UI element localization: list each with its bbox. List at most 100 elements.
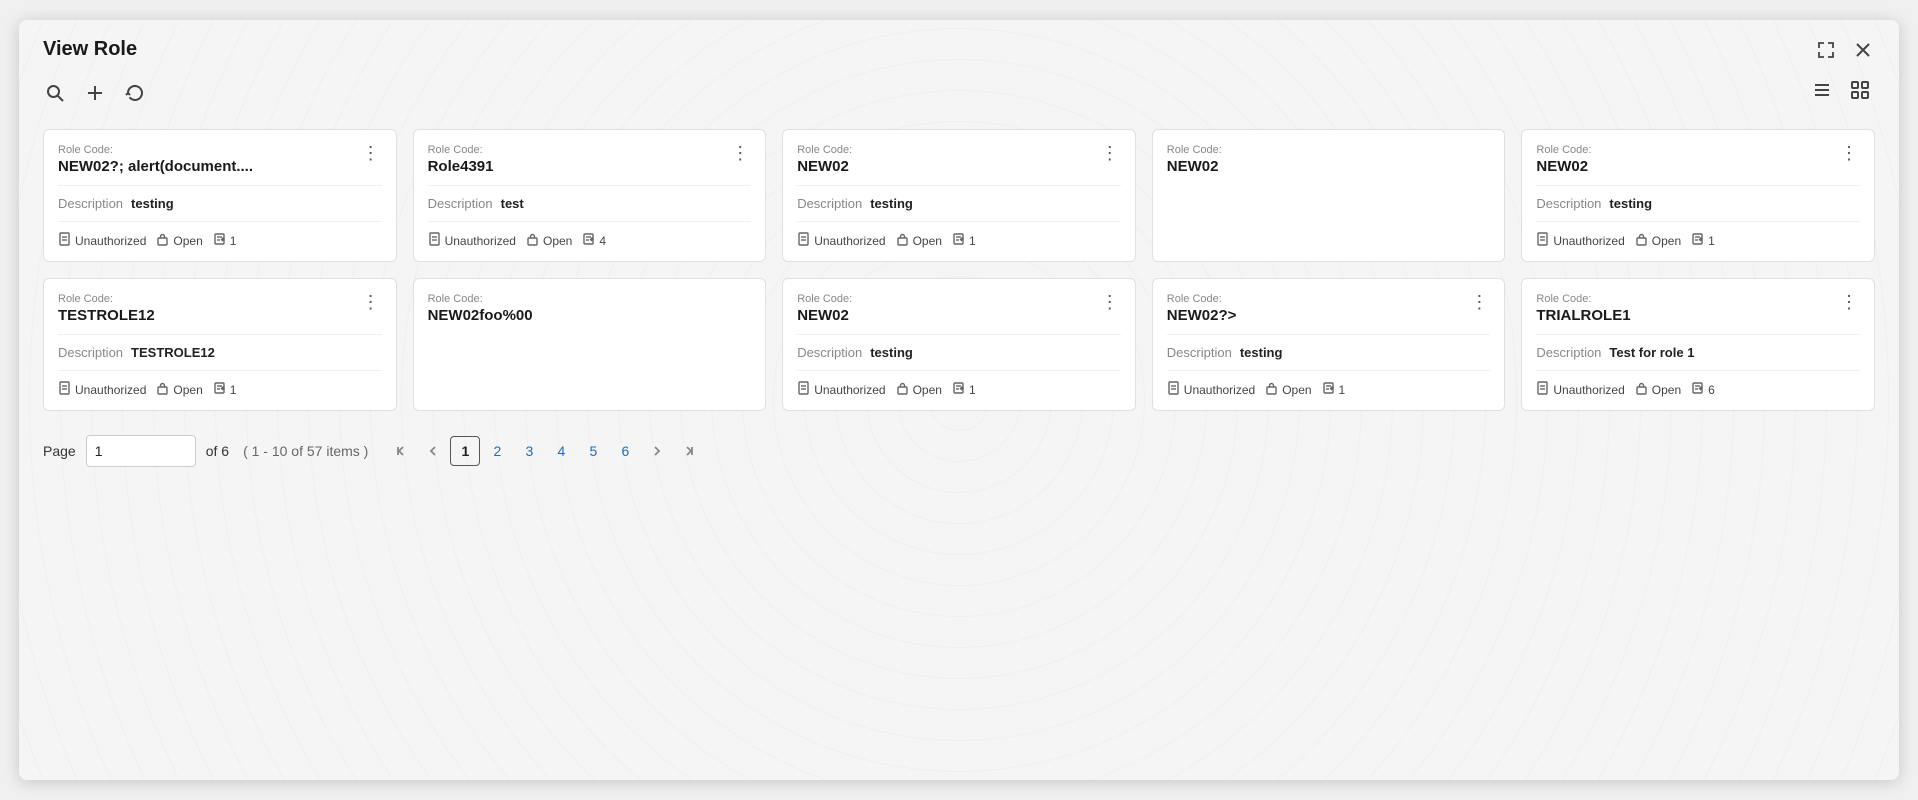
card-footer: Unauthorized Open (1536, 381, 1860, 398)
close-button[interactable] (1851, 40, 1875, 60)
card-header: Role Code: NEW02 ⋮ (1536, 144, 1860, 175)
status-item: Unauthorized (428, 232, 516, 249)
role-code-value: TESTROLE12 (58, 307, 360, 324)
lock-icon (1635, 381, 1648, 398)
page-button-2[interactable]: 2 (482, 436, 512, 466)
card-menu-button[interactable]: ⋮ (1099, 144, 1121, 162)
page-label: Page (43, 443, 76, 459)
edit-icon (952, 381, 965, 398)
card-header: Role Code: NEW02foo%00ale....</span> </d… (428, 293, 752, 324)
page-button-3[interactable]: 3 (514, 436, 544, 466)
description-value: test (501, 196, 524, 211)
last-page-button[interactable] (674, 436, 704, 466)
card-divider-2 (428, 221, 752, 222)
doc-icon (1536, 381, 1549, 398)
card-divider (797, 334, 1121, 335)
role-card-2: Role Code: Role4391 ⋮ Description test U… (413, 129, 767, 262)
card-menu-button[interactable]: ⋮ (360, 144, 382, 162)
doc-icon (428, 232, 441, 249)
page-input[interactable] (86, 435, 196, 467)
description-label: Description (1536, 345, 1601, 360)
count-text: 1 (969, 234, 976, 248)
status-text: Unauthorized (75, 234, 146, 248)
description-value: Test for role 1 (1609, 345, 1694, 360)
access-item: Open (526, 232, 572, 249)
description-value: testing (1609, 196, 1652, 211)
card-divider (1167, 334, 1491, 335)
count-text: 4 (599, 234, 606, 248)
refresh-button[interactable] (123, 81, 147, 105)
card-header-left: Role Code: NEW02 (797, 293, 1099, 324)
description-label: Description (1167, 345, 1232, 360)
lock-icon (1265, 381, 1278, 398)
search-button[interactable] (43, 81, 67, 105)
card-header: Role Code: NEW02?> ⋮ (1167, 293, 1491, 324)
role-card-3: Role Code: NEW02 ⋮ Description testing U… (782, 129, 1136, 262)
card-menu-button[interactable]: ⋮ (1099, 293, 1121, 311)
card-header-left: Role Code: NEW02 (1536, 144, 1838, 175)
card-menu-button[interactable]: ⋮ (1838, 144, 1860, 162)
access-text: Open (173, 234, 202, 248)
access-text: Open (913, 383, 942, 397)
page-button-4[interactable]: 4 (546, 436, 576, 466)
doc-icon (797, 232, 810, 249)
description-label: Description (1536, 196, 1601, 211)
count-text: 1 (1708, 234, 1715, 248)
count-item: 1 (213, 381, 237, 398)
card-divider-2 (797, 370, 1121, 371)
card-divider-2 (1536, 221, 1860, 222)
role-code-label: Role Code: (428, 144, 730, 156)
doc-icon (1536, 232, 1549, 249)
card-menu-button[interactable]: ⋮ (729, 144, 751, 162)
role-code-value: NEW02 (1536, 158, 1838, 175)
access-text: Open (543, 234, 572, 248)
maximize-button[interactable] (1813, 39, 1839, 61)
role-code-label: Role Code: (428, 293, 752, 305)
lock-icon (156, 381, 169, 398)
prev-page-button[interactable] (418, 436, 448, 466)
role-code-value: NEW02 (797, 158, 1099, 175)
lock-icon (526, 232, 539, 249)
card-menu-button[interactable]: ⋮ (1838, 293, 1860, 311)
card-divider-2 (58, 221, 382, 222)
card-footer: Unauthorized Open (428, 232, 752, 249)
first-page-button[interactable] (386, 436, 416, 466)
description-value: testing (1240, 345, 1283, 360)
window-title: View Role (43, 38, 137, 61)
status-text: Unauthorized (1184, 383, 1255, 397)
access-item: Open (156, 232, 202, 249)
count-item: 1 (1322, 381, 1346, 398)
description-label: Description (58, 345, 123, 360)
edit-icon (1691, 381, 1704, 398)
next-page-button[interactable] (642, 436, 672, 466)
status-item: Unauthorized (797, 232, 885, 249)
access-item: Open (896, 381, 942, 398)
lock-icon (156, 232, 169, 249)
role-code-value: NEW02 alert(1) ...</span> </div> <button… (1167, 158, 1491, 175)
lock-icon (896, 232, 909, 249)
status-item: Unauthorized (1536, 381, 1624, 398)
toolbar (43, 77, 1875, 109)
grid-view-button[interactable] (1845, 77, 1875, 109)
page-button-1[interactable]: 1 (450, 436, 480, 466)
description-value: testing (870, 345, 913, 360)
page-button-5[interactable]: 5 (578, 436, 608, 466)
card-header-left: Role Code: NEW02?> (1167, 293, 1469, 324)
card-divider-2 (797, 221, 1121, 222)
list-view-button[interactable] (1807, 77, 1837, 109)
status-item: Unauthorized (1167, 381, 1255, 398)
add-button[interactable] (83, 81, 107, 105)
count-text: 1 (230, 383, 237, 397)
card-menu-button[interactable]: ⋮ (360, 293, 382, 311)
page-button-6[interactable]: 6 (610, 436, 640, 466)
description-value: testing (131, 196, 174, 211)
status-text: Unauthorized (1553, 383, 1624, 397)
access-text: Open (913, 234, 942, 248)
status-text: Unauthorized (445, 234, 516, 248)
card-description: Description testing (1536, 196, 1860, 211)
doc-icon (58, 232, 71, 249)
role-code-label: Role Code: (797, 144, 1099, 156)
description-label: Description (797, 196, 862, 211)
card-divider (428, 185, 752, 186)
card-menu-button[interactable]: ⋮ (1468, 293, 1490, 311)
